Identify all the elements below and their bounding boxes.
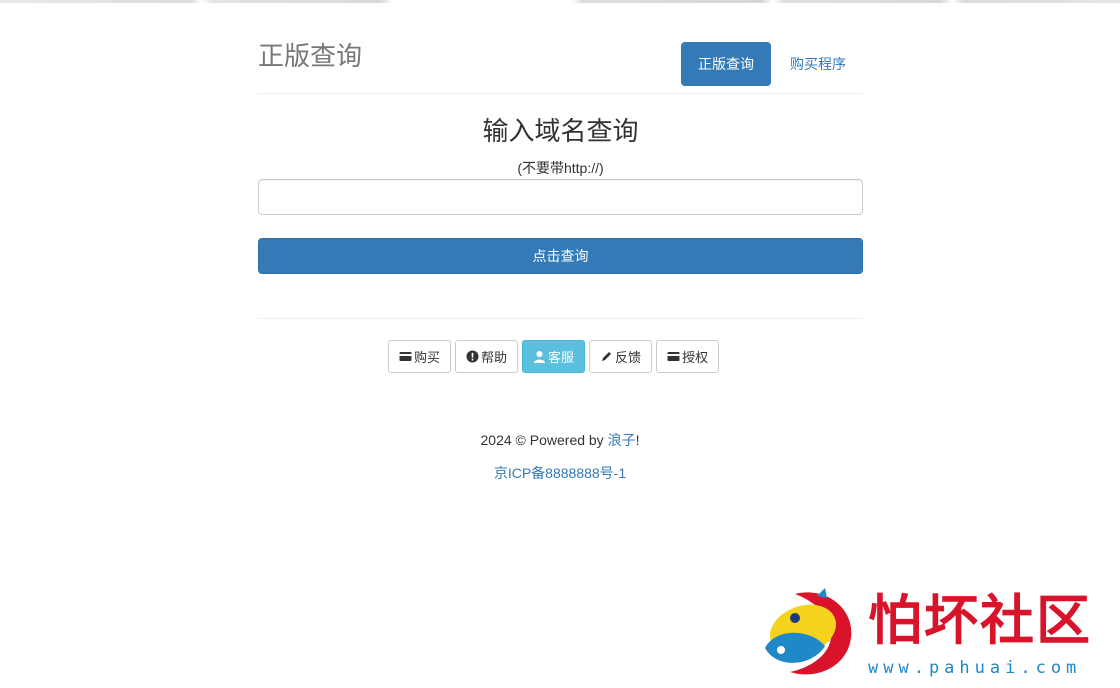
domain-input[interactable] [258, 179, 863, 215]
page-header: 正版查询 正版查询 购买程序 [258, 0, 863, 94]
user-icon [533, 350, 546, 363]
tool-button-group: 购买 帮助 客服 反馈 授权 [388, 340, 720, 373]
help-label: 帮助 [481, 350, 508, 365]
main-container: 正版查询 正版查询 购买程序 输入域名查询 (不要带http://) 点击查询 [258, 0, 863, 319]
icp-link[interactable]: 京ICP备8888888号-1 [0, 463, 1120, 483]
exclamation-circle-icon [466, 350, 479, 363]
form-title: 输入域名查询 [482, 116, 639, 146]
footer-suffix: ! [635, 432, 640, 448]
query-form: 输入域名查询 (不要带http://) 点击查询 [258, 94, 863, 319]
watermark-url: www.pahuai.com [868, 658, 1082, 678]
author-link[interactable]: 浪子 [608, 432, 636, 448]
nav-item-buy-program[interactable]: 购买程序 [773, 42, 863, 86]
top-nav: 正版查询 购买程序 [681, 42, 863, 86]
help-button[interactable]: 帮助 [455, 340, 519, 373]
buy-button[interactable]: 购买 [388, 340, 452, 373]
feedback-button[interactable]: 反馈 [589, 340, 653, 373]
watermark-text: 怕坏社区 [868, 588, 1092, 652]
card-icon [667, 351, 680, 362]
watermark-logo-icon [765, 588, 852, 675]
pencil-icon [600, 350, 613, 363]
feedback-label: 反馈 [615, 350, 642, 365]
form-hint: (不要带http://) [517, 160, 604, 176]
license-button[interactable]: 授权 [656, 340, 720, 373]
service-label: 客服 [548, 350, 575, 365]
watermark: 怕坏社区 www.pahuai.com [755, 588, 1115, 680]
license-label: 授权 [682, 350, 709, 365]
query-button[interactable]: 点击查询 [258, 238, 863, 274]
card-icon [399, 351, 412, 362]
footer-copyright: 2024 © Powered by 浪子! [0, 430, 1120, 450]
nav-item-genuine-query[interactable]: 正版查询 [681, 42, 771, 86]
page-title: 正版查询 [258, 41, 363, 71]
buy-label: 购买 [414, 350, 441, 365]
footer-prefix: 2024 © Powered by [480, 432, 608, 448]
service-button[interactable]: 客服 [522, 340, 586, 373]
